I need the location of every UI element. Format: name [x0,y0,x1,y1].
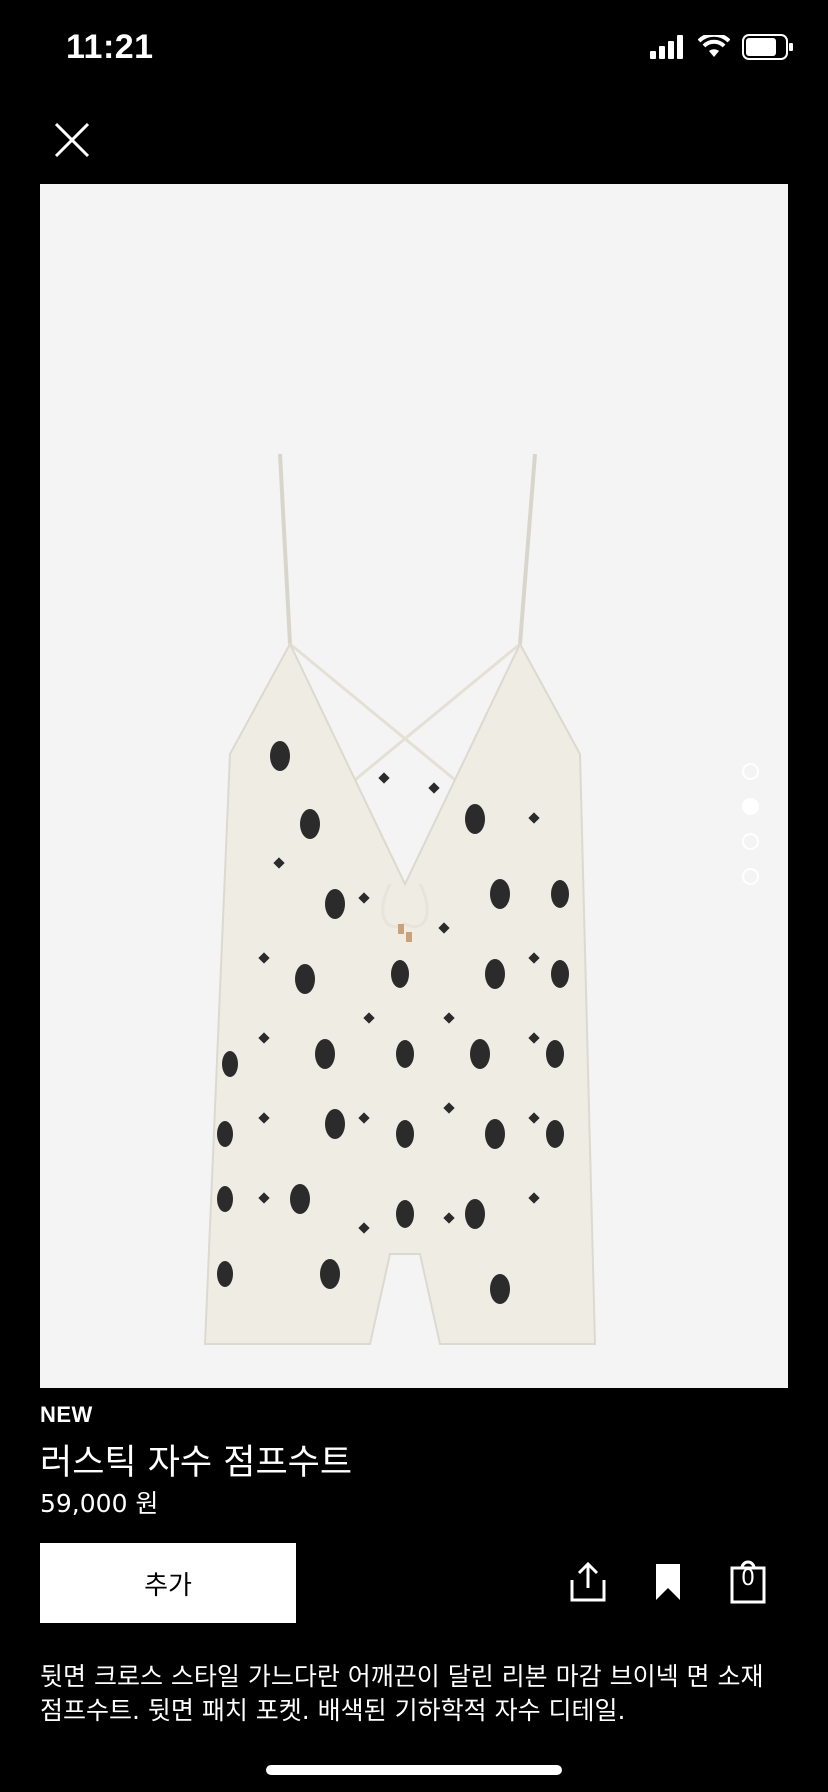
product-description: 뒷면 크로스 스타일 가느다란 어깨끈이 달린 리본 마감 브이넥 면 소재 점… [40,1662,764,1725]
carousel-dot-4[interactable] [742,868,759,885]
share-icon[interactable] [564,1558,612,1606]
add-button[interactable]: 추가 [40,1543,296,1623]
product-photo [203,454,597,1345]
carousel-dots [742,763,759,903]
status-time: 11:21 [66,28,154,66]
signal-icon [650,35,683,59]
product-price: 59,000 원 [40,1489,159,1518]
bag-button[interactable]: 0 [724,1558,772,1606]
product-image[interactable] [40,184,788,1388]
bag-count: 0 [741,1566,755,1591]
carousel-dot-1[interactable] [742,763,759,780]
carousel-dot-2[interactable] [742,798,759,815]
home-indicator [266,1765,562,1775]
bookmark-icon[interactable] [644,1558,692,1606]
battery-icon [742,34,793,60]
carousel-dot-3[interactable] [742,833,759,850]
status-bar: 11:21 [0,0,828,100]
close-icon[interactable] [48,116,96,164]
status-icons [650,34,794,60]
product-title: 러스틱 자수 점프수트 [40,1443,353,1483]
new-badge: NEW [40,1402,93,1427]
wifi-icon [698,35,730,57]
